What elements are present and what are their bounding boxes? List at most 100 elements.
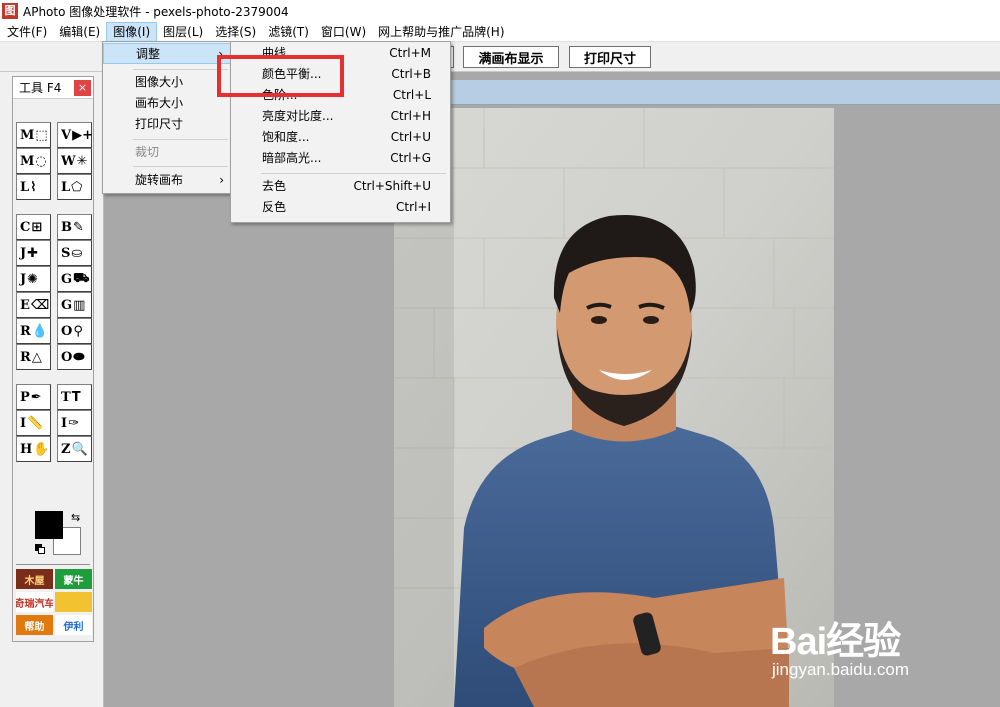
sponge-icon-glyph: ⬬ xyxy=(73,349,85,365)
menu-item-canvas-size[interactable]: 画布大小 xyxy=(103,93,232,114)
move-icon-glyph: ▶+ xyxy=(72,127,93,143)
menu-layer[interactable]: 图层(L) xyxy=(157,22,209,42)
tool-shortcut-key: R xyxy=(20,323,31,339)
color-swatches: ⇆ xyxy=(33,511,83,561)
divider xyxy=(133,69,228,70)
menu-item-desaturate[interactable]: 去色 Ctrl+Shift+U xyxy=(231,176,450,197)
healing-icon[interactable]: J ✚ xyxy=(16,240,51,266)
ruler-icon-glyph: 📏 xyxy=(27,415,44,431)
menu-item-shadows-highlights-label: 暗部高光... xyxy=(262,151,322,165)
polygon-lasso-icon[interactable]: L ⬠ xyxy=(57,174,92,200)
menu-item-brightness-contrast[interactable]: 亮度对比度... Ctrl+H xyxy=(231,106,450,127)
divider xyxy=(16,564,90,565)
tool-shortcut-key: T xyxy=(61,389,71,405)
gradient-icon[interactable]: G ▥ xyxy=(57,292,92,318)
paint-bucket-icon[interactable]: G ⛟ xyxy=(57,266,92,292)
text-icon-glyph: T xyxy=(71,389,81,405)
menu-select[interactable]: 选择(S) xyxy=(209,22,262,42)
dodge-icon[interactable]: O ⚲ xyxy=(57,318,92,344)
reset-colors-icon[interactable] xyxy=(35,544,45,554)
menu-item-adjust[interactable]: 调整 › xyxy=(103,43,232,64)
ellipse-marquee-icon[interactable]: M ◌ xyxy=(16,148,51,174)
menu-item-image-size[interactable]: 图像大小 xyxy=(103,72,232,93)
fit-canvas-button[interactable]: 满画布显示 xyxy=(463,46,559,68)
baidu-watermark: Bai经验 jingyan.baidu.com xyxy=(770,598,990,688)
crop-icon[interactable]: C ⊞ xyxy=(16,214,51,240)
shortcut-label: Ctrl+H xyxy=(390,109,431,123)
spot-heal-icon-glyph: ✺ xyxy=(27,271,39,287)
print-size-button[interactable]: 打印尺寸 xyxy=(569,46,651,68)
tool-shortcut-key: V xyxy=(61,127,72,143)
menu-help[interactable]: 网上帮助与推广品牌(H) xyxy=(372,22,510,42)
eyedropper-icon-glyph: ✑ xyxy=(68,415,79,431)
brush-icon-glyph: ✎ xyxy=(73,219,84,235)
rect-marquee-icon[interactable]: M ⬚ xyxy=(16,122,51,148)
divider xyxy=(133,166,228,167)
shortcut-label: Ctrl+Shift+U xyxy=(353,179,431,193)
ruler-icon[interactable]: I 📏 xyxy=(16,410,51,436)
submenu-arrow-icon: › xyxy=(219,173,224,187)
tools-panel-title: 工具 F4 xyxy=(19,81,62,95)
menu-image[interactable]: 图像(I) xyxy=(106,21,158,42)
magic-wand-icon-glyph: ✳ xyxy=(76,153,88,169)
pen-icon[interactable]: P ✒ xyxy=(16,384,51,410)
ellipse-marquee-icon-glyph: ◌ xyxy=(35,153,47,169)
blur-icon[interactable]: R 💧 xyxy=(16,318,51,344)
swap-colors-icon[interactable]: ⇆ xyxy=(71,511,80,524)
stamp-icon-glyph: ⛀ xyxy=(71,245,83,261)
menu-item-saturation[interactable]: 饱和度... Ctrl+U xyxy=(231,127,450,148)
tool-shortcut-key: E xyxy=(20,297,30,313)
hand-icon[interactable]: H ✋ xyxy=(16,436,51,462)
brand-banner[interactable]: 蒙牛 xyxy=(55,569,92,589)
tool-shortcut-key: G xyxy=(61,297,73,313)
brand-banner[interactable] xyxy=(55,592,92,612)
sharpen-icon[interactable]: R △ xyxy=(16,344,51,370)
portrait-image xyxy=(394,108,834,707)
tool-shortcut-key: H xyxy=(20,441,33,457)
brand-banner[interactable]: 帮助 xyxy=(16,615,53,635)
menu-filter[interactable]: 滤镜(T) xyxy=(262,22,315,42)
photo-canvas[interactable] xyxy=(394,108,834,707)
shortcut-label: Ctrl+L xyxy=(392,88,431,102)
foreground-color[interactable] xyxy=(35,511,63,539)
brush-icon[interactable]: B ✎ xyxy=(57,214,92,240)
brand-banner[interactable]: 木屋 xyxy=(16,569,53,589)
menu-item-print-size[interactable]: 打印尺寸 xyxy=(103,114,232,135)
menu-edit[interactable]: 编辑(E) xyxy=(53,22,106,42)
lasso-icon[interactable]: L ⌇ xyxy=(16,174,51,200)
tools-panel: 工具 F4 × M ⬚ V ▶+ M ◌ W ✳ L ⌇ L ⬠ C ⊞ B ✎ J ✚ S ⛀ J ✺ G ⛟ E ⌫ G ▥ R 💧 O… xyxy=(12,76,94,642)
paint-bucket-icon-glyph: ⛟ xyxy=(73,270,90,286)
zoom-icon[interactable]: Z 🔍 xyxy=(57,436,92,462)
menu-item-brightness-contrast-label: 亮度对比度... xyxy=(262,109,334,123)
hand-icon-glyph: ✋ xyxy=(33,441,50,457)
magic-wand-icon[interactable]: W ✳ xyxy=(57,148,92,174)
text-icon[interactable]: TT xyxy=(57,384,92,410)
healing-icon-glyph: ✚ xyxy=(27,245,39,261)
stamp-icon[interactable]: S ⛀ xyxy=(57,240,92,266)
eraser-icon[interactable]: E ⌫ xyxy=(16,292,51,318)
move-icon[interactable]: V ▶+ xyxy=(57,122,93,148)
brand-banner[interactable]: 奇瑞汽车 xyxy=(16,592,53,612)
brand-banner[interactable]: 伊利 xyxy=(55,615,92,635)
tool-shortcut-key: M xyxy=(20,127,35,143)
tool-shortcut-key: O xyxy=(61,323,73,339)
sponge-icon[interactable]: O ⬬ xyxy=(57,344,92,370)
menu-item-rotate-canvas[interactable]: 旋转画布 › xyxy=(103,170,232,191)
menu-item-invert[interactable]: 反色 Ctrl+I xyxy=(231,197,450,218)
crop-icon-glyph: ⊞ xyxy=(31,219,43,235)
watermark-sub: jingyan.baidu.com xyxy=(772,660,910,679)
eyedropper-icon[interactable]: I ✑ xyxy=(57,410,92,436)
tool-shortcut-key: I xyxy=(61,415,68,431)
close-icon[interactable]: × xyxy=(74,80,91,96)
shortcut-label: Ctrl+G xyxy=(390,151,431,165)
menu-item-crop[interactable]: 裁切 xyxy=(103,142,232,163)
menu-window[interactable]: 窗口(W) xyxy=(315,22,372,42)
spot-heal-icon[interactable]: J ✺ xyxy=(16,266,51,292)
menu-item-desaturate-label: 去色 xyxy=(262,179,287,193)
tools-panel-header[interactable]: 工具 F4 × xyxy=(13,77,93,99)
rect-marquee-icon-glyph: ⬚ xyxy=(35,127,48,143)
menu-item-shadows-highlights[interactable]: 暗部高光... Ctrl+G xyxy=(231,148,450,169)
menu-item-canvas-size-label: 画布大小 xyxy=(135,96,184,110)
dodge-icon-glyph: ⚲ xyxy=(73,323,83,339)
menu-file[interactable]: 文件(F) xyxy=(1,22,53,42)
